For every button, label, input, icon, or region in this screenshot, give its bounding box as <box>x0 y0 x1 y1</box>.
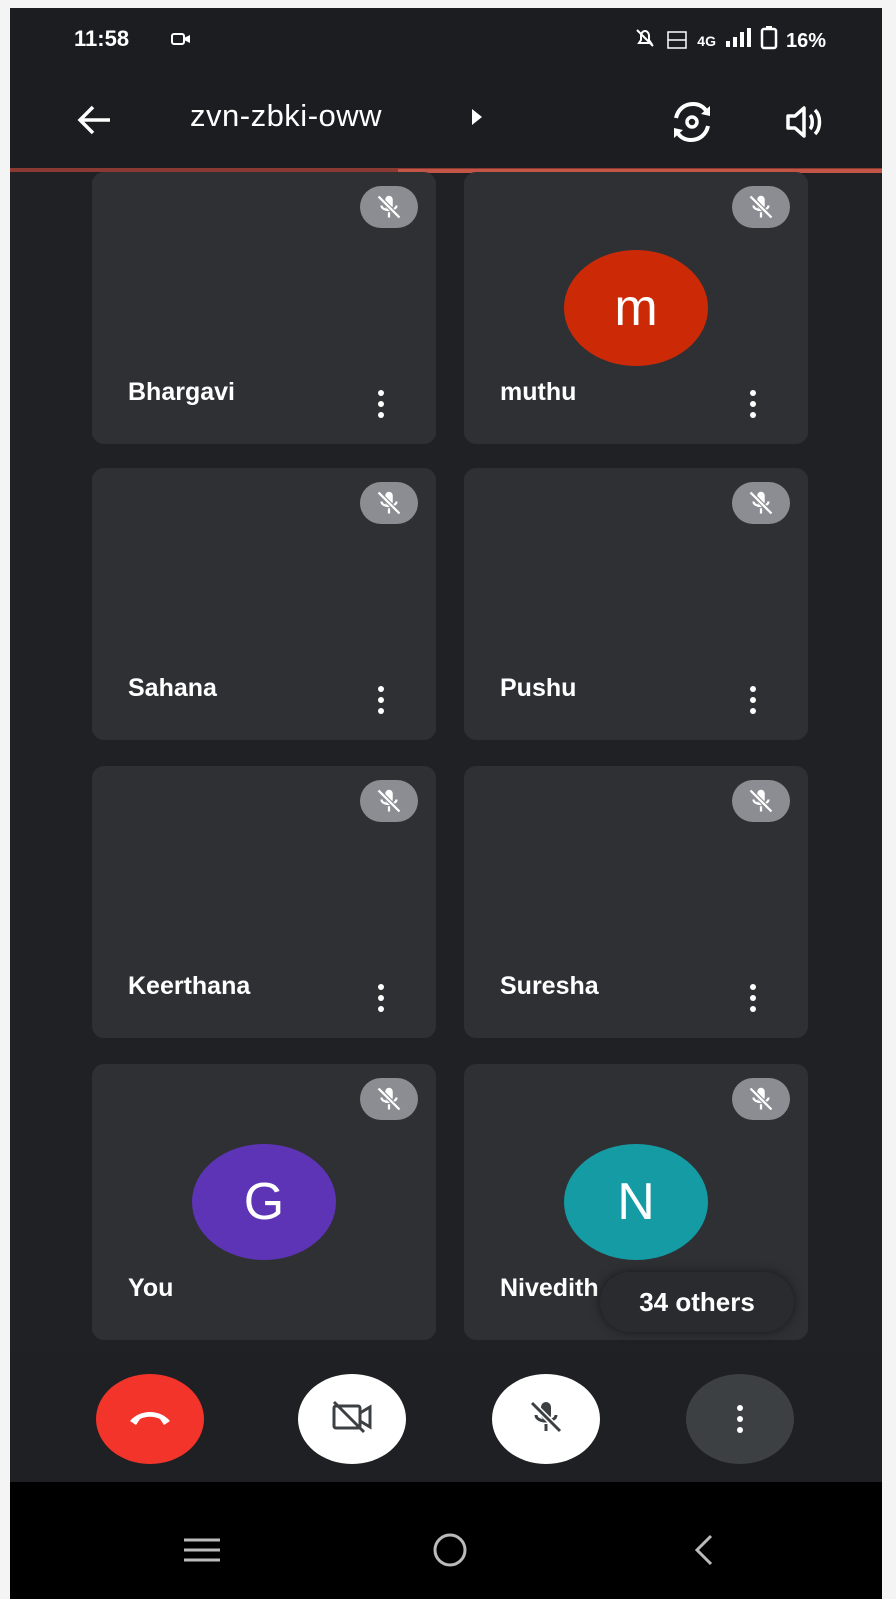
mic-off-icon <box>360 1078 418 1120</box>
camera-off-icon <box>330 1399 374 1440</box>
participant-avatar: m <box>564 250 708 366</box>
participant-avatar: N <box>564 1144 708 1260</box>
participant-options-icon[interactable] <box>741 382 765 426</box>
participant-options-icon[interactable] <box>369 976 393 1020</box>
back-icon[interactable] <box>674 1520 734 1580</box>
signal-icon <box>724 27 752 55</box>
status-indicators: 4G 16% <box>633 26 826 56</box>
expand-triangle-icon[interactable] <box>472 109 482 125</box>
participant-tile[interactable]: Keerthana <box>92 766 436 1038</box>
battery-icon <box>760 26 778 56</box>
status-bar: 11:58 4G 16% <box>10 8 882 72</box>
participant-avatar: G <box>192 1144 336 1260</box>
camera-record-icon <box>170 30 192 53</box>
camera-toggle-button[interactable] <box>298 1374 406 1464</box>
meeting-code[interactable]: zvn-zbki-oww <box>190 98 382 134</box>
speaker-icon[interactable] <box>780 98 828 146</box>
mic-off-icon <box>360 186 418 228</box>
participant-options-icon[interactable] <box>741 976 765 1020</box>
home-icon[interactable] <box>420 1520 480 1580</box>
more-options-button[interactable] <box>686 1374 794 1464</box>
status-time: 11:58 <box>74 26 130 51</box>
back-arrow-icon[interactable] <box>70 96 118 144</box>
mic-off-icon <box>526 1397 566 1442</box>
photo-border-top <box>0 0 896 8</box>
volte-icon <box>665 28 689 55</box>
mic-off-icon <box>732 780 790 822</box>
battery-percent: 16% <box>785 29 826 52</box>
participant-name: You <box>128 1274 174 1302</box>
participant-name: muthu <box>500 378 577 406</box>
participant-name: Bhargavi <box>128 378 235 406</box>
recent-apps-icon[interactable] <box>172 1520 232 1580</box>
network-type: 4G <box>697 33 716 49</box>
participant-grid: Bhargavi m muthu Sahana Pushu Keerthana Suresh… <box>0 172 896 1352</box>
mic-off-icon <box>360 482 418 524</box>
participant-name: Sahana <box>128 674 217 702</box>
more-options-icon <box>728 1397 752 1441</box>
end-call-icon <box>126 1405 174 1434</box>
mic-off-icon <box>360 780 418 822</box>
notifications-off-icon <box>633 26 657 56</box>
participant-tile[interactable]: Pushu <box>464 468 808 740</box>
participant-options-icon[interactable] <box>369 382 393 426</box>
others-count[interactable]: 34 others <box>600 1272 794 1332</box>
participant-tile[interactable]: Suresha <box>464 766 808 1038</box>
participant-options-icon[interactable] <box>741 678 765 722</box>
participant-name: Suresha <box>500 972 599 1000</box>
participant-options-icon[interactable] <box>369 678 393 722</box>
mic-toggle-button[interactable] <box>492 1374 600 1464</box>
participant-tile[interactable]: Sahana <box>92 468 436 740</box>
mic-off-icon <box>732 482 790 524</box>
participant-tile[interactable]: Bhargavi <box>92 172 436 444</box>
participant-name: Nivedith <box>500 1274 599 1302</box>
participant-name: Pushu <box>500 674 577 702</box>
participant-name: Keerthana <box>128 972 251 1000</box>
mic-off-icon <box>732 186 790 228</box>
participant-tile[interactable]: G You <box>92 1064 436 1340</box>
participant-tile[interactable]: m muthu <box>464 172 808 444</box>
end-call-button[interactable] <box>96 1374 204 1464</box>
switch-camera-icon[interactable] <box>666 96 718 148</box>
meeting-header: zvn-zbki-oww <box>10 72 882 170</box>
mic-off-icon <box>732 1078 790 1120</box>
